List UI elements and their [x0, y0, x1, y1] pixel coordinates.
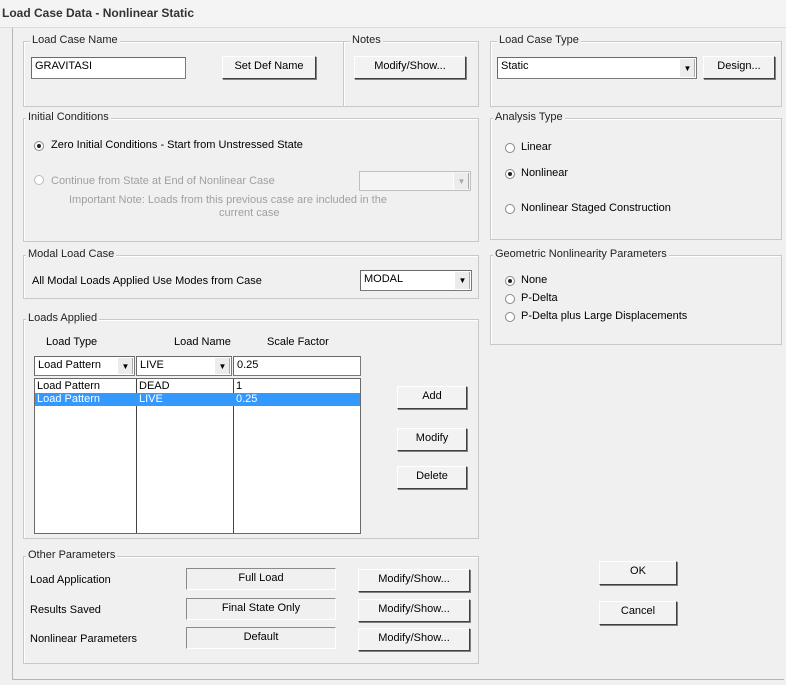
analysis-staged-construction-label: Nonlinear Staged Construction: [521, 202, 671, 214]
table-row-selected[interactable]: Load Pattern LIVE 0.25: [35, 393, 360, 406]
chevron-down-icon[interactable]: ▼: [117, 358, 133, 374]
delete-load-button[interactable]: Delete: [397, 466, 467, 489]
geometric-none-label: None: [521, 274, 548, 286]
geometric-nonlinearity-legend: Geometric Nonlinearity Parameters: [493, 248, 669, 260]
load-name-header: Load Name: [174, 336, 231, 348]
chevron-down-icon[interactable]: ▼: [679, 59, 695, 77]
chevron-down-icon[interactable]: ▼: [454, 272, 470, 289]
load-case-name-input[interactable]: GRAVITASI: [31, 57, 186, 79]
load-case-type-value: Static: [501, 60, 529, 72]
loads-applied-legend: Loads Applied: [26, 312, 100, 324]
analysis-linear-radio[interactable]: [505, 143, 515, 153]
load-case-type-group: Load Case Type Static ▼ Design...: [490, 34, 782, 107]
row-load-name: DEAD: [139, 380, 170, 392]
results-saved-label: Results Saved: [30, 604, 101, 616]
scale-factor-input[interactable]: 0.25: [233, 356, 361, 376]
load-type-header: Load Type: [46, 336, 98, 348]
modal-case-value: MODAL: [364, 273, 404, 285]
table-row[interactable]: Load Pattern DEAD 1: [35, 380, 360, 393]
load-application-label: Load Application: [30, 574, 111, 586]
continue-from-state-radio[interactable]: [34, 175, 44, 185]
scale-factor-header: Scale Factor: [267, 336, 329, 348]
notes-legend: Notes: [350, 34, 383, 46]
load-name-select[interactable]: LIVE ▼: [136, 356, 232, 376]
row-load-type: Load Pattern: [37, 393, 100, 405]
load-case-name-group: Load Case Name GRAVITASI Set Def Name: [23, 34, 344, 107]
design-button[interactable]: Design...: [703, 56, 775, 79]
row-load-type: Load Pattern: [37, 380, 100, 392]
modal-case-select[interactable]: MODAL ▼: [360, 270, 472, 291]
chevron-down-icon: ▼: [453, 173, 469, 189]
continue-case-select[interactable]: ▼: [359, 171, 471, 191]
ok-button[interactable]: OK: [599, 561, 677, 585]
load-type-select[interactable]: Load Pattern ▼: [34, 356, 135, 376]
load-name-edit-value: LIVE: [140, 359, 164, 371]
load-type-edit-value: Load Pattern: [38, 359, 101, 371]
geometric-pdelta-label: P-Delta: [521, 292, 558, 304]
zero-initial-conditions-radio[interactable]: [34, 141, 44, 151]
nonlinear-parameters-modify-button[interactable]: Modify/Show...: [358, 628, 470, 651]
continue-from-state-label: Continue from State at End of Nonlinear …: [51, 175, 275, 187]
analysis-type-group: Analysis Type Linear Nonlinear Nonlinear…: [490, 111, 782, 240]
other-parameters-legend: Other Parameters: [26, 549, 118, 561]
analysis-nonlinear-radio[interactable]: [505, 169, 515, 179]
notes-group: Notes Modify/Show...: [344, 34, 479, 107]
load-case-type-legend: Load Case Type: [497, 34, 581, 46]
geometric-pdelta-radio[interactable]: [505, 294, 515, 304]
results-saved-value: Final State Only: [186, 598, 336, 620]
cancel-button[interactable]: Cancel: [599, 601, 677, 625]
modify-load-button[interactable]: Modify: [397, 428, 467, 451]
row-scale-factor: 0.25: [236, 393, 258, 405]
notes-modify-show-button[interactable]: Modify/Show...: [354, 56, 466, 79]
nonlinear-parameters-label: Nonlinear Parameters: [30, 633, 137, 645]
row-load-name: LIVE: [139, 393, 163, 405]
geometric-nonlinearity-group: Geometric Nonlinearity Parameters None P…: [490, 248, 782, 345]
analysis-type-legend: Analysis Type: [493, 111, 565, 123]
set-def-name-button[interactable]: Set Def Name: [222, 56, 316, 79]
zero-initial-conditions-label: Zero Initial Conditions - Start from Uns…: [51, 139, 303, 151]
load-application-value: Full Load: [186, 568, 336, 590]
other-parameters-group: Other Parameters Load Application Full L…: [23, 549, 479, 664]
load-case-name-legend: Load Case Name: [30, 34, 120, 46]
initial-conditions-legend: Initial Conditions: [26, 111, 111, 123]
add-load-button[interactable]: Add: [397, 386, 467, 409]
loads-applied-group: Loads Applied Load Type Load Name Scale …: [23, 312, 479, 539]
analysis-linear-label: Linear: [521, 141, 552, 153]
window-title: Load Case Data - Nonlinear Static: [0, 0, 786, 28]
load-application-modify-button[interactable]: Modify/Show...: [358, 569, 470, 592]
loads-list[interactable]: Load Pattern DEAD 1 Load Pattern LIVE 0.…: [34, 378, 361, 534]
nonlinear-parameters-value: Default: [186, 627, 336, 649]
modal-loads-label: All Modal Loads Applied Use Modes from C…: [32, 275, 262, 287]
important-note-text-continued: current case: [219, 207, 280, 219]
modal-load-case-legend: Modal Load Case: [26, 248, 117, 260]
analysis-staged-construction-radio[interactable]: [505, 204, 515, 214]
chevron-down-icon[interactable]: ▼: [214, 358, 230, 374]
row-scale-factor: 1: [236, 380, 243, 392]
modal-load-case-group: Modal Load Case All Modal Loads Applied …: [23, 248, 479, 299]
results-saved-modify-button[interactable]: Modify/Show...: [358, 599, 470, 622]
analysis-nonlinear-label: Nonlinear: [521, 167, 569, 179]
geometric-none-radio[interactable]: [505, 276, 515, 286]
load-case-type-select[interactable]: Static ▼: [497, 57, 697, 79]
initial-conditions-group: Initial Conditions Zero Initial Conditio…: [23, 111, 479, 242]
geometric-pdelta-large-disp-label: P-Delta plus Large Displacements: [521, 310, 688, 322]
important-note-text: Important Note: Loads from this previous…: [69, 194, 387, 206]
geometric-pdelta-large-disp-radio[interactable]: [505, 312, 515, 322]
